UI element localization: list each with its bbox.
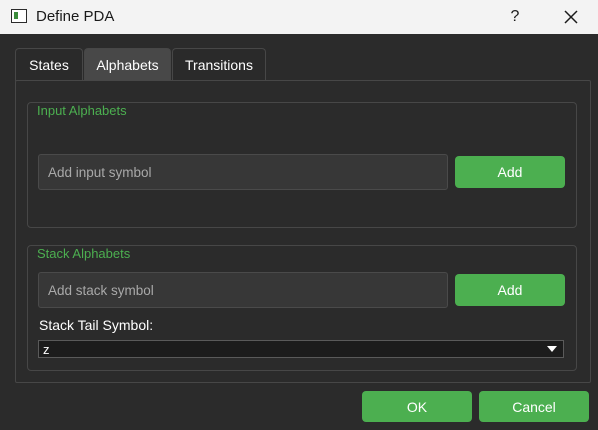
stack-symbol-field[interactable] xyxy=(38,272,448,308)
stack-tail-label: Stack Tail Symbol: xyxy=(39,317,154,333)
ok-button[interactable]: OK xyxy=(362,391,472,422)
stack-alphabets-title: Stack Alphabets xyxy=(36,246,132,261)
cancel-button[interactable]: Cancel xyxy=(479,391,589,422)
tab-states[interactable]: States xyxy=(15,48,83,81)
window-title: Define PDA xyxy=(36,8,115,25)
close-icon xyxy=(564,10,578,24)
stack-tail-select[interactable]: z xyxy=(38,340,564,358)
app-window-icon xyxy=(11,9,27,23)
add-stack-symbol-button[interactable]: Add xyxy=(455,274,565,306)
tab-transitions[interactable]: Transitions xyxy=(172,48,266,81)
close-button[interactable] xyxy=(556,5,586,29)
title-bar: Define PDA ? xyxy=(0,0,598,34)
add-input-symbol-button[interactable]: Add xyxy=(455,156,565,188)
chevron-down-icon xyxy=(547,346,557,352)
stack-tail-value: z xyxy=(43,342,50,357)
input-alphabets-title: Input Alphabets xyxy=(36,103,128,118)
input-symbol-field[interactable] xyxy=(38,154,448,190)
help-button[interactable]: ? xyxy=(500,0,530,34)
tab-alphabets[interactable]: Alphabets xyxy=(84,48,171,81)
